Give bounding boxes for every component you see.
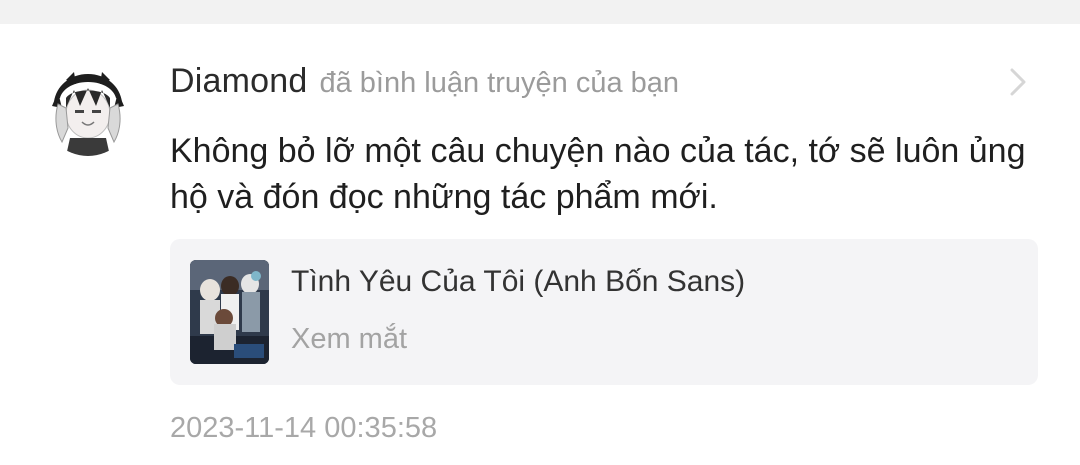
timestamp: 2023-11-14 00:35:58: [170, 412, 438, 444]
avatar-image: [44, 68, 132, 156]
story-title: Tình Yêu Của Tôi (Anh Bốn Sans): [291, 265, 746, 298]
user-avatar[interactable]: [44, 68, 132, 156]
username-link[interactable]: Diamond: [170, 62, 307, 101]
chevron-right-icon[interactable]: [1004, 66, 1032, 98]
comment-notification-card[interactable]: Diamond đã bình luận truyện của bạn Khôn…: [0, 24, 1080, 465]
story-cover-image: [190, 260, 269, 364]
notification-header: Diamond đã bình luận truyện của bạn: [170, 62, 679, 106]
action-text: đã bình luận truyện của bạn: [319, 67, 680, 99]
story-card[interactable]: Tình Yêu Của Tôi (Anh Bốn Sans) Xem mắt: [170, 239, 1038, 385]
comment-text: Không bỏ lỡ một câu chuyện nào của tác, …: [170, 132, 1026, 216]
story-chapter: Xem mắt: [291, 323, 408, 355]
